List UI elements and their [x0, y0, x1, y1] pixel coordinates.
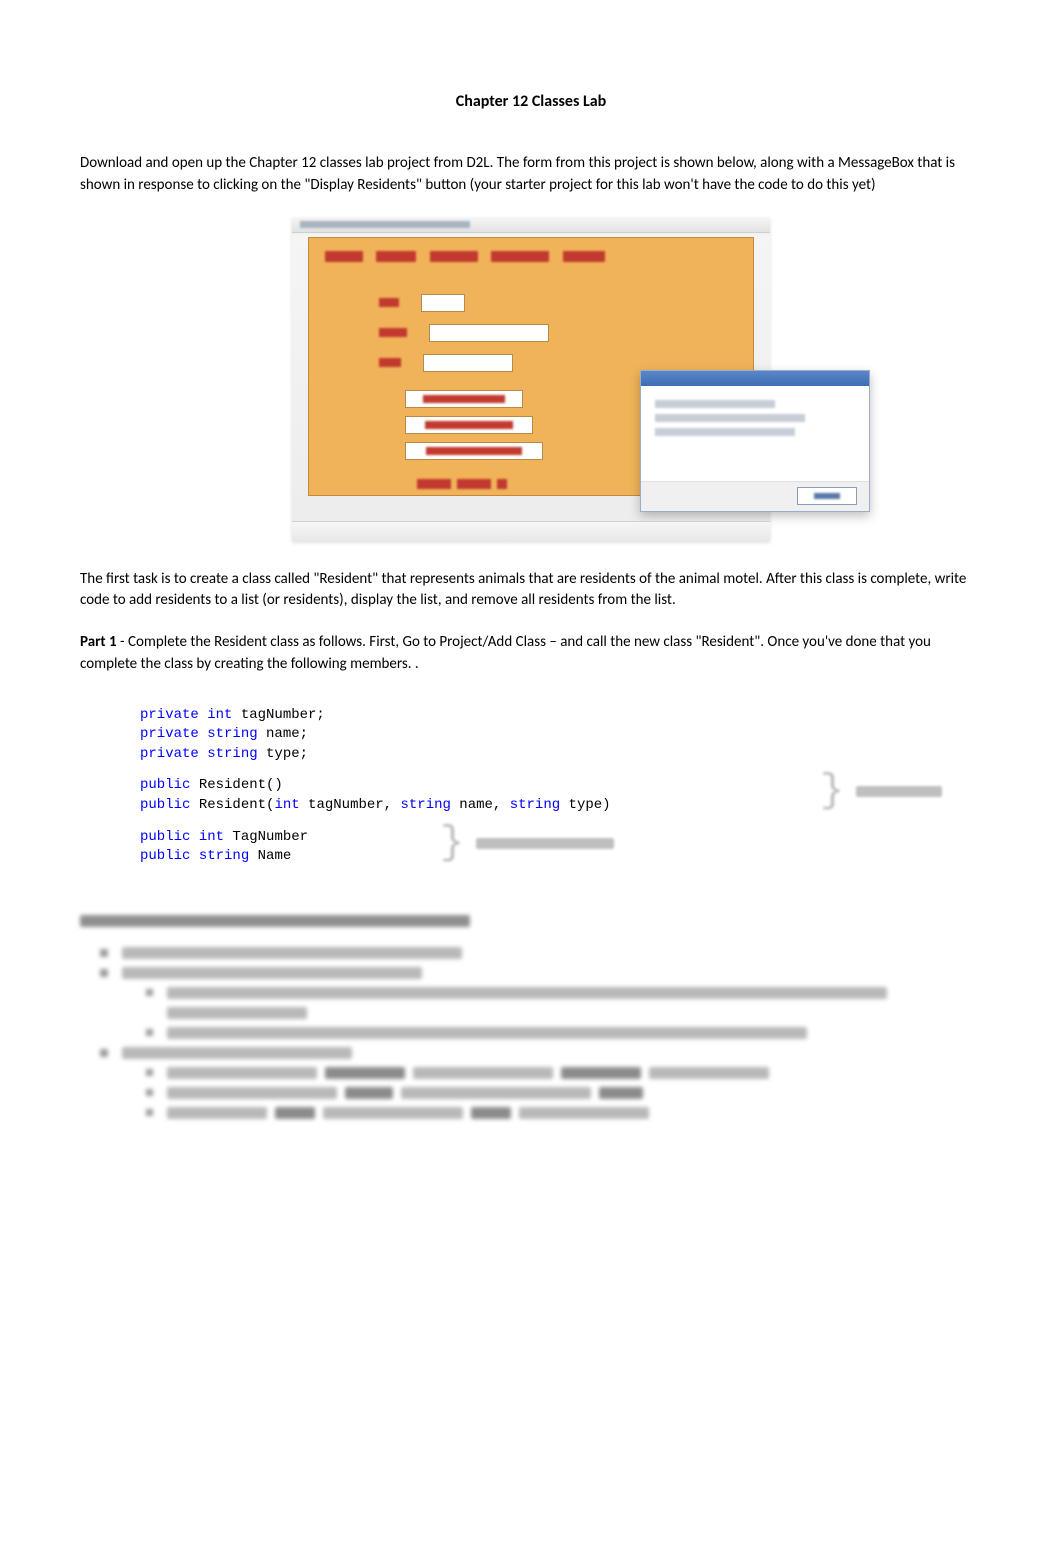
ident-type: type;: [258, 746, 308, 762]
add-resident-button[interactable]: [405, 390, 523, 408]
brace-icon: }: [440, 834, 464, 854]
display-residents-button[interactable]: [405, 416, 533, 434]
ok-button[interactable]: [797, 487, 857, 505]
kw-int: int: [190, 829, 224, 845]
kw-private: private: [140, 746, 199, 762]
annotation-readwrite: }: [440, 834, 614, 854]
param-tagnumber: tagNumber,: [300, 797, 401, 813]
bullet-icon: [146, 1029, 153, 1036]
part1-label: Part 1: [80, 633, 117, 651]
prop-name: Name: [249, 848, 291, 864]
code-snippet: private int tagNumber; private string na…: [140, 706, 982, 867]
annotation-constructors: }: [820, 782, 942, 802]
bullet-icon: [100, 1049, 108, 1057]
ctor-param-open: Resident(: [190, 797, 274, 813]
bullet-icon: [146, 1109, 153, 1116]
kw-public: public: [140, 829, 190, 845]
list-item: [146, 987, 982, 1019]
kw-private: private: [140, 707, 199, 723]
kw-string: string: [190, 848, 249, 864]
remove-residents-button[interactable]: [405, 442, 543, 460]
form-heading: [325, 248, 737, 266]
bullet-icon: [146, 1069, 153, 1076]
button-row-2: [405, 416, 533, 434]
app-titlebar: [292, 217, 770, 233]
message-box-footer: [641, 481, 869, 511]
part1-text: - Complete the Resident class as follows…: [80, 633, 931, 673]
intro-paragraph: Download and open up the Chapter 12 clas…: [80, 153, 982, 197]
bullet-icon: [100, 969, 108, 977]
part1-paragraph: Part 1 - Complete the Resident class as …: [80, 632, 982, 676]
annotation-constructors-label: [856, 786, 942, 797]
kw-string: string: [400, 797, 450, 813]
message-box: [640, 370, 870, 512]
input-type[interactable]: [423, 354, 513, 372]
task-paragraph: The first task is to create a class call…: [80, 569, 982, 613]
button-row-1: [405, 390, 523, 408]
input-tag[interactable]: [421, 294, 465, 312]
ident-tagnumber: tagNumber;: [232, 707, 324, 723]
page-title: Chapter 12 Classes Lab: [80, 90, 982, 113]
bullet-icon: [146, 1089, 153, 1096]
kw-string: string: [199, 726, 258, 742]
app-window: [292, 217, 770, 541]
list-item: [146, 1087, 982, 1099]
param-name: name,: [451, 797, 510, 813]
kw-string: string: [510, 797, 560, 813]
kw-string: string: [199, 746, 258, 762]
param-type: type): [560, 797, 610, 813]
message-box-titlebar: [641, 371, 869, 386]
screenshot-figure: [80, 217, 982, 541]
kw-private: private: [140, 726, 199, 742]
bullet-icon: [100, 949, 108, 957]
ctor-default: Resident(): [190, 777, 282, 793]
kw-public: public: [140, 848, 190, 864]
message-box-body: [641, 386, 869, 452]
field-row-tag: [379, 294, 465, 312]
list-item: [100, 967, 982, 979]
bullet-icon: [146, 989, 153, 996]
blurred-list: [100, 947, 982, 1119]
label-type: [379, 358, 401, 367]
label-name: [379, 328, 407, 337]
blurred-instructions: [80, 915, 982, 1119]
prop-tagnumber: TagNumber: [224, 829, 308, 845]
kw-int: int: [274, 797, 299, 813]
annotation-readwrite-label: [476, 838, 614, 849]
ident-name: name;: [258, 726, 308, 742]
list-item: [146, 1107, 982, 1119]
kw-public: public: [140, 797, 190, 813]
label-tag: [379, 298, 399, 307]
input-name[interactable]: [429, 324, 549, 342]
brace-icon: }: [820, 782, 844, 802]
status-bar: [292, 521, 770, 541]
kw-public: public: [140, 777, 190, 793]
list-item: [146, 1027, 982, 1039]
blurred-heading: [80, 915, 470, 927]
list-item: [146, 1067, 982, 1079]
button-row-3: [405, 442, 543, 460]
bottom-label: [417, 479, 507, 489]
kw-int: int: [199, 707, 233, 723]
list-item: [100, 1047, 982, 1059]
field-row-name: [379, 324, 549, 342]
field-row-type: [379, 354, 513, 372]
list-item: [100, 947, 982, 959]
